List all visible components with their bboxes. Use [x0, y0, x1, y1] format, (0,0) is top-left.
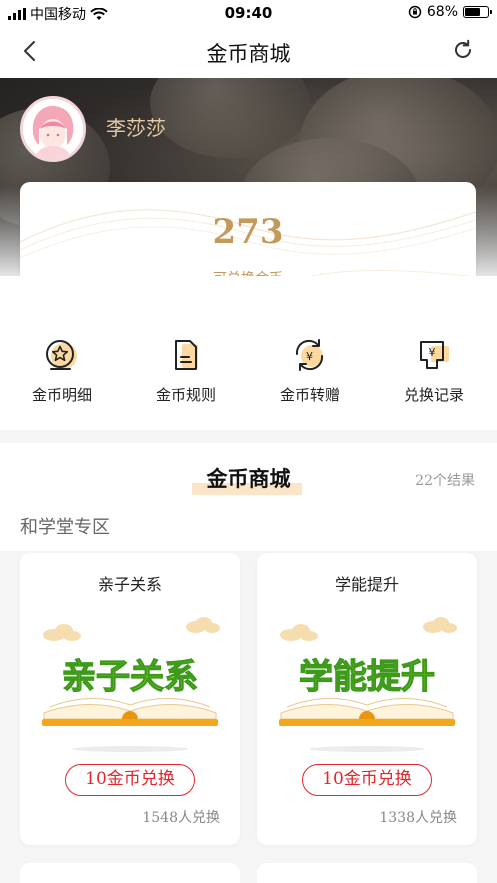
quick-action-coin-transfer[interactable]: ¥ 金币转赠	[260, 336, 360, 405]
avatar-illustration	[23, 99, 83, 159]
product-art-text: 学能提升	[299, 657, 435, 697]
open-book-illustration: 亲子关系	[42, 617, 220, 752]
quick-action-label: 兑换记录	[403, 386, 464, 404]
product-art-text: 亲子关系	[62, 657, 198, 697]
zone-title: 和学堂专区	[20, 517, 110, 538]
battery-icon	[463, 6, 492, 18]
avatar[interactable]	[20, 96, 86, 162]
quick-action-label: 金币转赠	[279, 386, 340, 404]
store-section: 金币商城 22个结果 和学堂专区 亲子关系 亲子关系 10金币兑换 1548人兑…	[0, 443, 497, 883]
quick-actions: 金币明细 金币规则 ¥ 金币转赠 ¥ 兑换记录	[0, 276, 497, 430]
refresh-icon[interactable]	[451, 38, 475, 62]
coin-star-icon	[46, 340, 77, 370]
quick-action-coin-rules[interactable]: 金币规则	[136, 336, 236, 405]
exchange-count: 1338人兑换	[379, 810, 457, 826]
quick-action-exchange-records[interactable]: ¥ 兑换记录	[384, 336, 484, 405]
quick-action-label: 金币规则	[155, 386, 216, 404]
svg-text:¥: ¥	[306, 350, 313, 363]
gold-store-page: 中国移动 09:40 68% 金币商城 李莎莎 273 金币明细 金币规则 ¥ …	[0, 0, 497, 883]
quick-action-label: 金币明细	[31, 386, 92, 404]
yen-receipt-icon: ¥	[420, 341, 449, 369]
rotation-lock-icon	[408, 5, 422, 19]
battery-percent: 68%	[426, 4, 458, 20]
navigation-bar: 金币商城	[0, 26, 497, 78]
exchange-button[interactable]: 10金币兑换	[65, 764, 195, 796]
product-card[interactable]: 亲子关系 亲子关系 10金币兑换 1548人兑换	[20, 553, 240, 845]
user-name: 李莎莎	[106, 116, 166, 140]
status-bar: 中国移动 09:40 68%	[0, 0, 497, 26]
product-card-partial[interactable]	[257, 863, 477, 883]
exchange-button[interactable]: 10金币兑换	[302, 764, 432, 796]
quick-action-coin-details[interactable]: 金币明细	[12, 336, 112, 405]
result-count: 22个结果	[415, 473, 475, 489]
product-title: 学能提升	[334, 575, 399, 594]
product-title: 亲子关系	[97, 575, 162, 594]
gold-balance: 273	[212, 212, 284, 252]
svg-text:¥: ¥	[429, 346, 436, 359]
product-card[interactable]: 学能提升 学能提升 10金币兑换 1338人兑换	[257, 553, 477, 845]
page-title: 金币商城	[206, 42, 291, 66]
product-card-partial[interactable]	[20, 863, 240, 883]
yen-transfer-icon: ¥	[295, 339, 324, 371]
exchange-count: 1548人兑换	[142, 810, 220, 826]
document-icon	[175, 340, 198, 370]
open-book-illustration: 学能提升	[279, 617, 457, 752]
store-header: 金币商城 22个结果 和学堂专区	[0, 443, 497, 551]
